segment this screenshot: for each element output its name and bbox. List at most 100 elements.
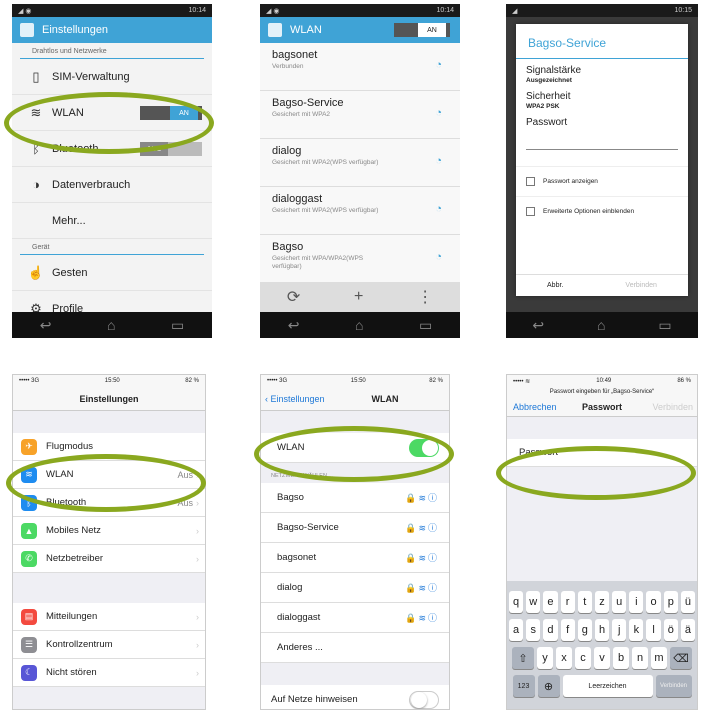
key-n[interactable]: n [632,647,648,669]
recents-icon[interactable]: ▭ [658,317,671,334]
key-p[interactable]: p [663,591,678,613]
recents-icon[interactable]: ▭ [171,317,184,334]
action-bar: WLAN AN [260,17,460,43]
recents-icon[interactable]: ▭ [419,317,432,334]
lock-wifi-info-icon: 🔒≋ⓘ [405,613,439,623]
show-password-checkbox[interactable]: Passwort anzeigen [516,166,688,196]
key-d[interactable]: d [543,619,558,641]
globe-icon[interactable]: ⊕ [537,675,560,697]
ask-to-join-switch[interactable] [409,690,439,709]
back-icon[interactable]: ↩ [532,317,544,334]
dialog-title: Bagso-Service [516,24,688,59]
key-t[interactable]: t [577,591,592,613]
section-header: Drahtlos und Netzwerke [20,43,204,59]
notifications-icon: ▤ [21,608,37,625]
key-j[interactable]: j [612,619,627,641]
key-y[interactable]: y [537,647,553,669]
nav-bar: ↩ ⌂ ▭ [260,312,460,338]
android-password-dialog-screen: ◢ 10:15 Bagso-Service Signalstärke Ausgez… [506,4,698,338]
key-c[interactable]: c [575,647,591,669]
key-ö[interactable]: ö [663,619,678,641]
back-icon[interactable]: ↩ [288,317,300,334]
add-icon[interactable]: + [354,288,363,306]
key-z[interactable]: z [594,591,610,613]
home-icon[interactable]: ⌂ [597,317,605,333]
advanced-options-checkbox[interactable]: Erweiterte Optionen einblenden [516,196,688,226]
cancel-button[interactable]: Abbr. [547,282,563,289]
key-a[interactable]: a [508,619,524,641]
numbers-key[interactable]: 123 [512,675,535,697]
key-u[interactable]: u [612,591,627,613]
overflow-menu-icon[interactable]: ⋮ [417,287,433,307]
key-ä[interactable]: ä [680,619,696,641]
key-m[interactable]: m [651,647,667,669]
status-bar: ••••• ≋ 10:49 86 % [507,375,697,387]
key-b[interactable]: b [613,647,629,669]
key-v[interactable]: v [594,647,610,669]
network-item[interactable]: dialog Gesichert mit WPA2(WPS verfügbar) ◔ [260,139,460,187]
back-icon[interactable]: ↩ [40,317,52,334]
nav-bar: Abbrechen Passwort Verbinden [507,397,697,417]
network-item[interactable]: dialoggast Gesichert mit WPA2(WPS verfügb… [260,187,460,235]
android-wlan-screen: ◢ ◉ 10:14 WLAN AN bagsonet Verbunden ◔ Bagso… [260,4,460,338]
do-not-disturb-row[interactable]: ☾ Nicht stören › [13,659,205,687]
other-network-row[interactable]: Anderes ... [261,633,449,663]
network-item[interactable]: Bagso 🔒≋ⓘ [261,483,449,513]
wifi-password-dialog: Bagso-Service Signalstärke Ausgezeichnet… [516,24,688,296]
network-item[interactable]: bagsonet Verbunden ◔ [260,43,460,91]
shift-key[interactable]: ⇧ [512,647,534,669]
network-item[interactable]: dialoggast 🔒≋ⓘ [261,603,449,633]
key-o[interactable]: o [646,591,661,613]
connect-button[interactable]: Verbinden [625,282,657,289]
key-g[interactable]: g [577,619,592,641]
home-icon[interactable]: ⌂ [107,317,115,333]
control-center-icon: ☰ [21,636,37,653]
refresh-icon[interactable]: ⟳ [287,287,300,307]
antenna-icon: ▲ [21,522,37,539]
wifi-lock-icon: ◔ [435,107,442,119]
key-x[interactable]: x [556,647,572,669]
data-usage-icon: ◑ [32,177,40,192]
key-r[interactable]: r [560,591,575,613]
home-icon[interactable]: ⌂ [355,317,363,333]
chevron-right-icon: › [196,639,199,650]
network-item[interactable]: Bagso-Service Gesichert mit WPA2 ◔ [260,91,460,139]
settings-app-icon [268,23,282,37]
go-key[interactable]: Verbinden [655,675,692,697]
cancel-button[interactable]: Abbrechen [513,402,557,412]
key-k[interactable]: k [629,619,644,641]
more-row[interactable]: Mehr... [12,203,212,239]
key-f[interactable]: f [560,619,575,641]
carrier-row[interactable]: ✆ Netzbetreiber › [13,545,205,573]
highlight-oval [254,426,454,482]
mobile-network-row[interactable]: ▲ Mobiles Netz › [13,517,205,545]
data-usage-row[interactable]: ◑ Datenverbrauch [12,167,212,203]
key-s[interactable]: s [526,619,541,641]
back-button[interactable]: ‹ Einstellungen [265,394,325,404]
gestures-row[interactable]: ☝ Gesten [12,255,212,291]
control-center-row[interactable]: ☰ Kontrollzentrum › [13,631,205,659]
key-w[interactable]: w [526,591,541,613]
network-item[interactable]: Bagso Gesichert mit WPA/WPA2(WPS verfügba… [260,235,460,283]
join-button[interactable]: Verbinden [652,402,693,412]
key-q[interactable]: q [508,591,524,613]
network-item[interactable]: dialog 🔒≋ⓘ [261,573,449,603]
ios-settings-screen: ••••• 3G 15:50 82 % Einstellungen ✈ Flugmod… [12,374,206,710]
key-h[interactable]: h [594,619,610,641]
highlight-oval [4,92,214,154]
network-item[interactable]: Bagso-Service 🔒≋ⓘ [261,513,449,543]
password-input[interactable] [526,138,678,150]
delete-key[interactable]: ⌫ [670,647,692,669]
key-ü[interactable]: ü [680,591,696,613]
sim-row[interactable]: ▯ SIM-Verwaltung [12,59,212,95]
key-e[interactable]: e [543,591,558,613]
key-i[interactable]: i [629,591,644,613]
key-l[interactable]: l [646,619,661,641]
wlan-master-toggle[interactable]: AN [394,23,450,37]
notifications-row[interactable]: ▤ Mitteilungen › [13,603,205,631]
network-item[interactable]: bagsonet 🔒≋ⓘ [261,543,449,573]
highlight-oval [6,454,206,512]
chevron-right-icon: › [196,525,199,536]
lock-wifi-info-icon: 🔒≋ⓘ [405,583,439,593]
space-key[interactable]: Leerzeichen [562,675,653,697]
